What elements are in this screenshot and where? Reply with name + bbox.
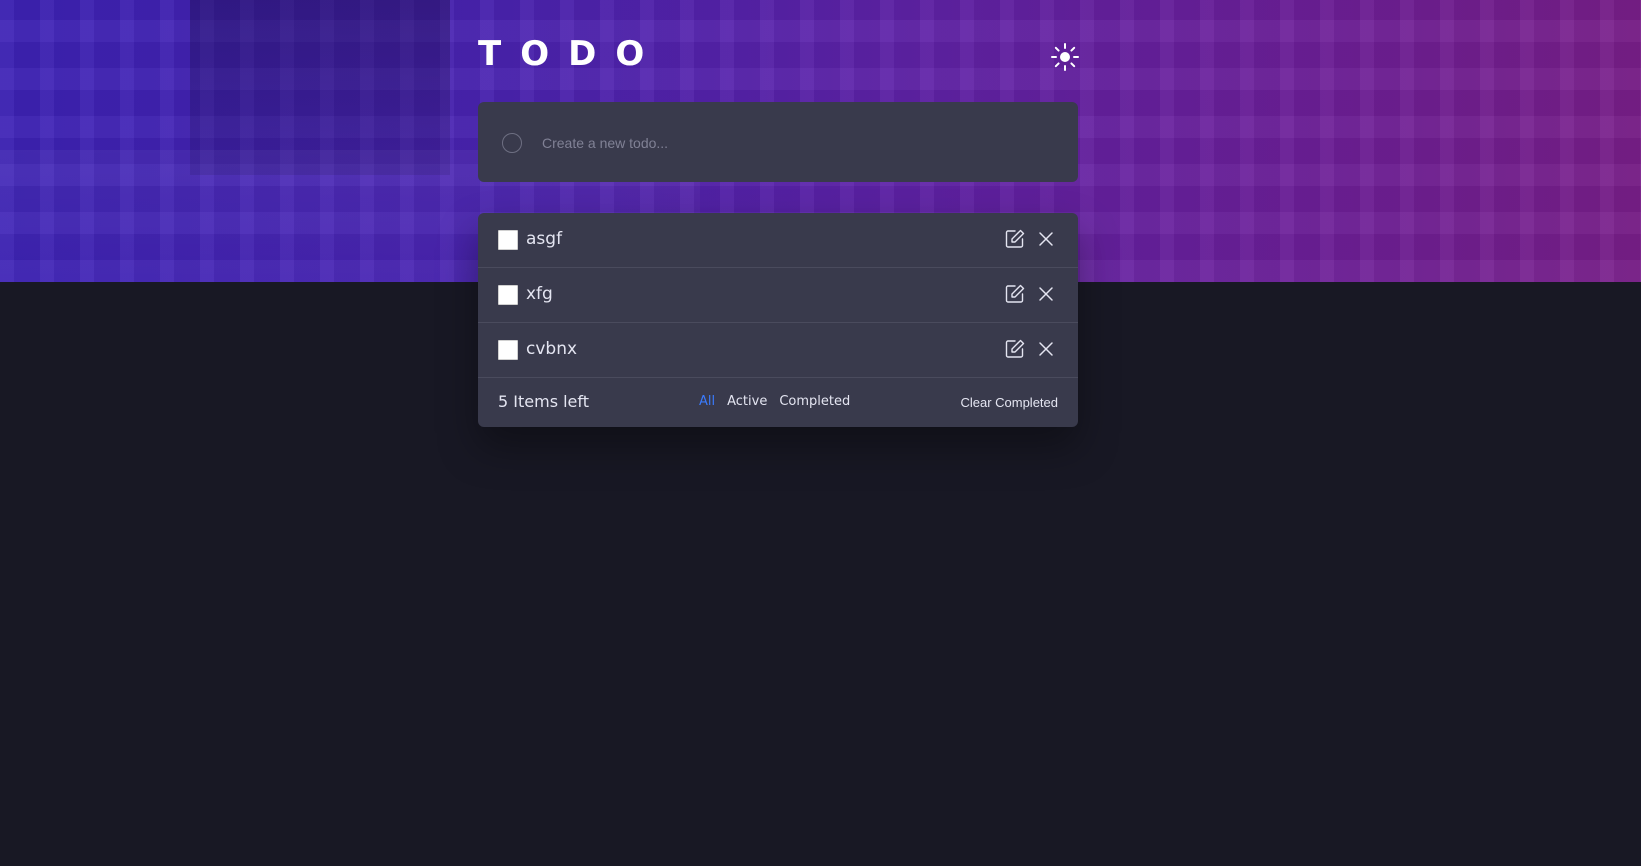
todo-text: asgf (526, 229, 563, 249)
new-todo-bar (478, 102, 1078, 182)
page-title: TODO (478, 34, 664, 74)
filter-group: All Active Completed (699, 393, 850, 411)
clear-completed-button[interactable]: Clear Completed (960, 394, 1058, 412)
todo-item: xfg (478, 268, 1078, 323)
todo-text: cvbnx (526, 339, 578, 359)
todo-checkbox[interactable] (498, 340, 518, 360)
edit-icon[interactable] (1004, 228, 1026, 250)
close-icon[interactable] (1037, 340, 1055, 358)
sun-icon (1051, 43, 1079, 71)
new-todo-input[interactable] (540, 126, 1040, 160)
filter-active[interactable]: Active (727, 393, 767, 411)
todo-checkbox[interactable] (498, 230, 518, 250)
todo-text: xfg (526, 284, 553, 304)
todo-checkbox[interactable] (498, 285, 518, 305)
close-icon[interactable] (1037, 285, 1055, 303)
edit-icon[interactable] (1004, 283, 1026, 305)
filter-completed[interactable]: Completed (779, 393, 850, 411)
new-todo-circle-icon[interactable] (502, 133, 522, 153)
edit-icon[interactable] (1004, 338, 1026, 360)
todo-list: asgf xfg cvbnx 5 Items left All Active C… (478, 213, 1078, 427)
items-left-count: 5 Items left (498, 392, 590, 411)
close-icon[interactable] (1037, 230, 1055, 248)
theme-toggle-button[interactable] (1050, 42, 1080, 72)
list-footer: 5 Items left All Active Completed Clear … (478, 378, 1078, 427)
filter-all[interactable]: All (699, 393, 715, 411)
todo-item: asgf (478, 213, 1078, 268)
todo-item: cvbnx (478, 323, 1078, 378)
background-image-doorway (190, 0, 450, 175)
